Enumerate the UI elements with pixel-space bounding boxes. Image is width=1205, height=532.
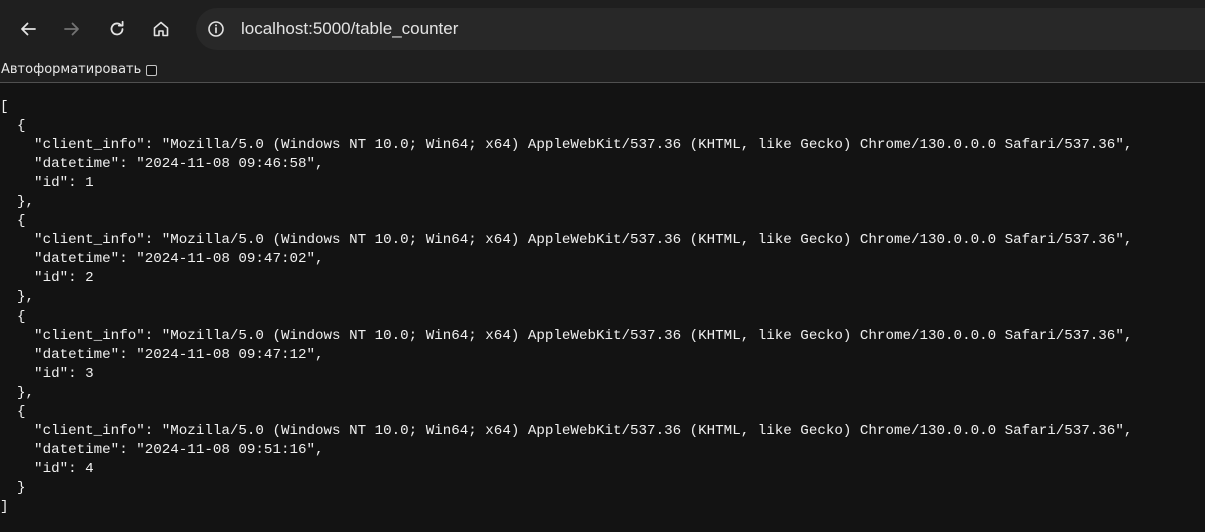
home-icon	[153, 21, 169, 37]
prettyprint-checkbox[interactable]	[146, 64, 158, 76]
site-info-button[interactable]	[204, 17, 228, 41]
browser-toolbar: localhost:5000/table_counter	[0, 0, 1205, 58]
url-text[interactable]: localhost:5000/table_counter	[241, 19, 458, 39]
address-bar[interactable]: localhost:5000/table_counter	[196, 8, 1205, 50]
prettyprint-bar: Автоформатировать	[0, 58, 1205, 83]
back-button[interactable]	[12, 13, 44, 45]
info-icon	[208, 21, 224, 37]
json-content: [ { "client_info": "Mozilla/5.0 (Windows…	[0, 99, 1133, 515]
home-button[interactable]	[145, 13, 177, 45]
forward-arrow-icon	[64, 22, 79, 36]
back-arrow-icon	[21, 22, 36, 36]
prettyprint-label[interactable]: Автоформатировать	[0, 62, 141, 78]
forward-button[interactable]	[56, 13, 88, 45]
reload-button[interactable]	[101, 13, 133, 45]
reload-icon	[110, 20, 124, 36]
